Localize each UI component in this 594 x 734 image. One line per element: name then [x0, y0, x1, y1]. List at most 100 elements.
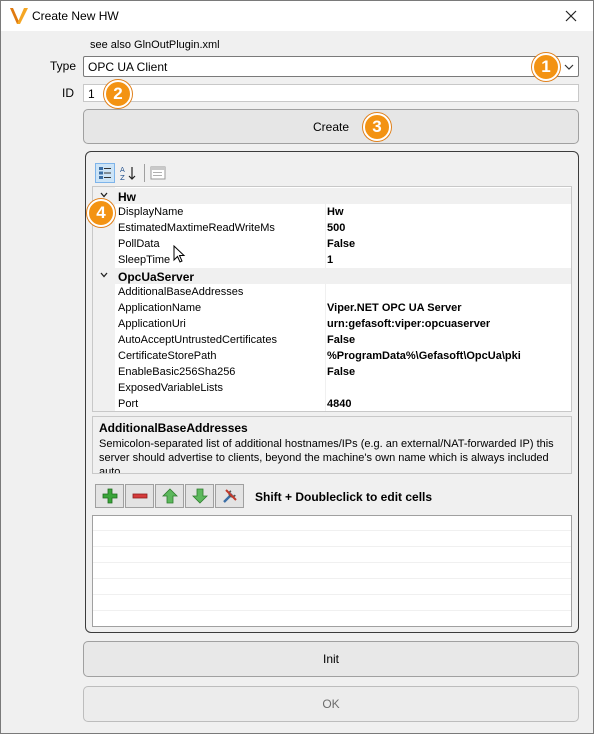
- edit-tools-button[interactable]: [215, 484, 244, 508]
- property-description: AdditionalBaseAddresses Semicolon-separa…: [92, 416, 572, 474]
- list-row-divider: [93, 594, 571, 595]
- category-row-hw[interactable]: Hw: [93, 188, 571, 204]
- alphabetical-button[interactable]: A Z: [119, 163, 139, 183]
- svg-text:A: A: [120, 166, 125, 174]
- property-name: PollData: [118, 238, 160, 250]
- property-row[interactable]: AutoAcceptUntrustedCertificates False: [93, 332, 571, 348]
- property-pages-icon: [150, 166, 166, 180]
- column-divider: [325, 236, 326, 252]
- id-field[interactable]: 1: [83, 84, 579, 102]
- move-up-icon: [161, 488, 178, 504]
- column-divider: [325, 220, 326, 236]
- property-row[interactable]: Port 4840: [93, 396, 571, 411]
- step-badge-1: 1: [532, 53, 560, 81]
- list-row-divider: [93, 578, 571, 579]
- description-title: AdditionalBaseAddresses: [99, 421, 248, 435]
- property-value: Viper.NET OPC UA Server: [327, 302, 462, 314]
- property-value: 500: [327, 222, 346, 234]
- categorized-icon: [99, 167, 111, 179]
- add-icon: [102, 488, 117, 504]
- property-name: EstimatedMaxtimeReadWriteMs: [118, 222, 275, 234]
- create-hw-window: Create New HW see also GlnOutPlugin.xml …: [0, 0, 594, 734]
- alphabetical-icon: A Z: [120, 166, 136, 181]
- property-value: %ProgramData%\Gefasoft\OpcUa\pki: [327, 350, 521, 362]
- type-label: Type: [50, 59, 77, 73]
- create-button[interactable]: Create: [83, 109, 579, 144]
- property-value: False: [327, 366, 356, 378]
- type-dropdown[interactable]: OPC UA Client: [83, 56, 579, 77]
- property-row[interactable]: EnableBasic256Sha256 False: [93, 364, 571, 380]
- column-divider: [325, 204, 326, 220]
- property-value: Hw: [327, 206, 344, 218]
- step-badge-3: 3: [363, 113, 391, 141]
- toolbar-separator: [144, 164, 145, 182]
- ok-button-label: OK: [322, 697, 340, 711]
- property-value: False: [327, 238, 356, 250]
- property-row[interactable]: AdditionalBaseAddresses: [93, 284, 571, 300]
- edit-tools-icon: [222, 489, 237, 503]
- remove-icon: [132, 493, 147, 499]
- column-divider: [325, 284, 326, 300]
- property-row[interactable]: SleepTime 1: [93, 252, 571, 268]
- id-value: 1: [88, 87, 95, 101]
- property-name: EnableBasic256Sha256: [118, 366, 236, 378]
- svg-text:Z: Z: [120, 174, 125, 181]
- window-title: Create New HW: [32, 9, 119, 23]
- categorized-button[interactable]: [95, 163, 115, 183]
- property-row[interactable]: PollData False: [93, 236, 571, 252]
- property-grid[interactable]: Hw DisplayName Hw EstimatedMaxtimeReadWr…: [92, 186, 572, 412]
- init-button[interactable]: Init: [83, 641, 579, 677]
- step-badge-2: 2: [104, 80, 132, 108]
- move-down-icon: [191, 488, 208, 504]
- column-divider: [325, 300, 326, 316]
- mouse-cursor-icon: [173, 245, 186, 263]
- column-divider: [325, 348, 326, 364]
- move-up-button[interactable]: [155, 484, 184, 508]
- step-badge-4: 4: [87, 199, 115, 227]
- property-row[interactable]: ApplicationName Viper.NET OPC UA Server: [93, 300, 571, 316]
- category-row-opcuaserver[interactable]: OpcUaServer: [93, 268, 571, 284]
- close-icon: [565, 10, 577, 22]
- remove-button[interactable]: [125, 484, 154, 508]
- collapse-icon: [100, 272, 108, 278]
- property-name: AutoAcceptUntrustedCertificates: [118, 334, 277, 346]
- property-row[interactable]: ApplicationUri urn:gefasoft:viper:opcuas…: [93, 316, 571, 332]
- list-row-divider: [93, 546, 571, 547]
- property-grid-toolbar: A Z: [92, 161, 572, 185]
- column-divider: [325, 332, 326, 348]
- property-name: ExposedVariableLists: [118, 382, 223, 394]
- edit-cells-hint: Shift + Doubleclick to edit cells: [255, 490, 433, 504]
- property-row[interactable]: DisplayName Hw: [93, 204, 571, 220]
- property-name: SleepTime: [118, 254, 171, 266]
- property-name: AdditionalBaseAddresses: [118, 286, 244, 298]
- property-name: DisplayName: [118, 206, 184, 218]
- id-label: ID: [62, 86, 74, 100]
- property-name: ApplicationUri: [118, 318, 186, 330]
- property-value: urn:gefasoft:viper:opcuaserver: [327, 318, 491, 330]
- property-pages-button[interactable]: [148, 163, 168, 183]
- category-name: Hw: [118, 190, 136, 204]
- list-row-divider: [93, 530, 571, 531]
- column-divider: [325, 380, 326, 396]
- title-bar: Create New HW: [1, 1, 593, 31]
- property-name: Port: [118, 398, 139, 410]
- property-value: False: [327, 334, 356, 346]
- items-list[interactable]: [92, 515, 572, 627]
- add-button[interactable]: [95, 484, 124, 508]
- property-row[interactable]: CertificateStorePath %ProgramData%\Gefas…: [93, 348, 571, 364]
- move-down-button[interactable]: [185, 484, 214, 508]
- ok-button[interactable]: OK: [83, 686, 579, 722]
- property-row[interactable]: ExposedVariableLists: [93, 380, 571, 396]
- close-button[interactable]: [549, 1, 593, 31]
- column-divider: [325, 396, 326, 411]
- list-row-divider: [93, 610, 571, 611]
- property-name: CertificateStorePath: [118, 350, 217, 362]
- column-divider: [325, 252, 326, 268]
- property-row[interactable]: EstimatedMaxtimeReadWriteMs 500: [93, 220, 571, 236]
- viper-logo-icon: [10, 8, 28, 24]
- plugin-hint: see also GlnOutPlugin.xml: [90, 39, 220, 51]
- category-name: OpcUaServer: [118, 270, 195, 284]
- create-button-label: Create: [312, 119, 350, 134]
- chevron-down-icon: [564, 64, 574, 70]
- list-row-divider: [93, 562, 571, 563]
